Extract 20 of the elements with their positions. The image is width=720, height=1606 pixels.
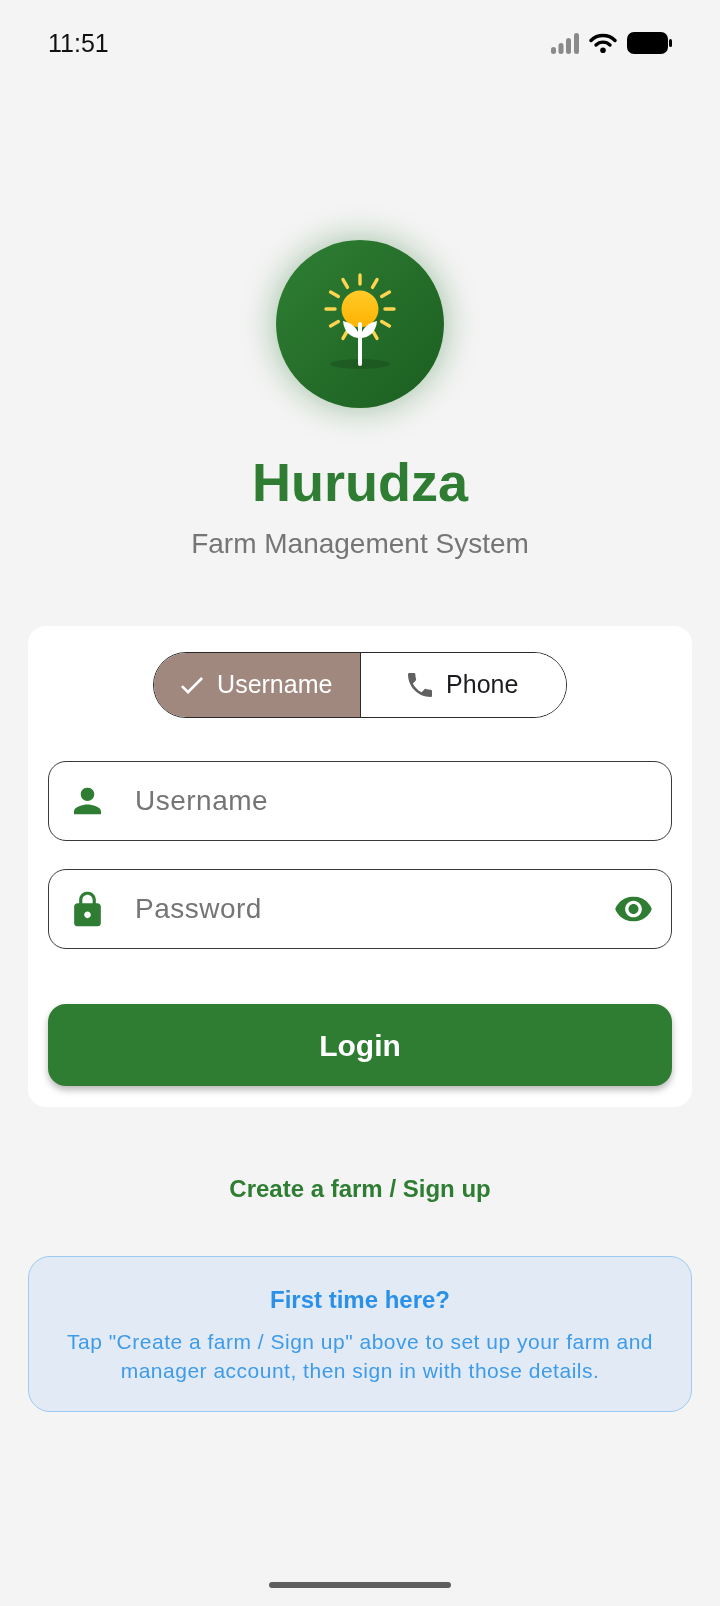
status-time: 11:51 [48,30,109,56]
app-subtitle: Farm Management System [191,528,529,560]
check-icon [181,676,204,694]
person-icon [74,787,101,815]
login-mode-tab[interactable]: Phone [359,653,566,717]
username-field[interactable]: Username [48,761,672,841]
signup-link[interactable]: Create a farm / Sign up [229,1175,491,1203]
lock-icon [74,891,101,927]
battery-icon [627,32,672,54]
info-title: First time here? [269,1286,450,1314]
login-mode-tab[interactable]: Username [154,653,360,717]
info-text: Tap "Create a farm / Sign up" above to set up your farm and manager account, then sign in with those details. [65,1329,654,1384]
app-title: Hurudza [252,452,468,512]
sun-sprout-logo-icon [276,240,444,408]
wifi-icon [589,33,617,53]
eye-icon[interactable] [615,896,652,922]
signal-icon [551,32,579,54]
password-field[interactable]: Password [48,869,672,949]
login-button[interactable]: Login [48,1004,672,1086]
phone-icon [408,673,433,697]
